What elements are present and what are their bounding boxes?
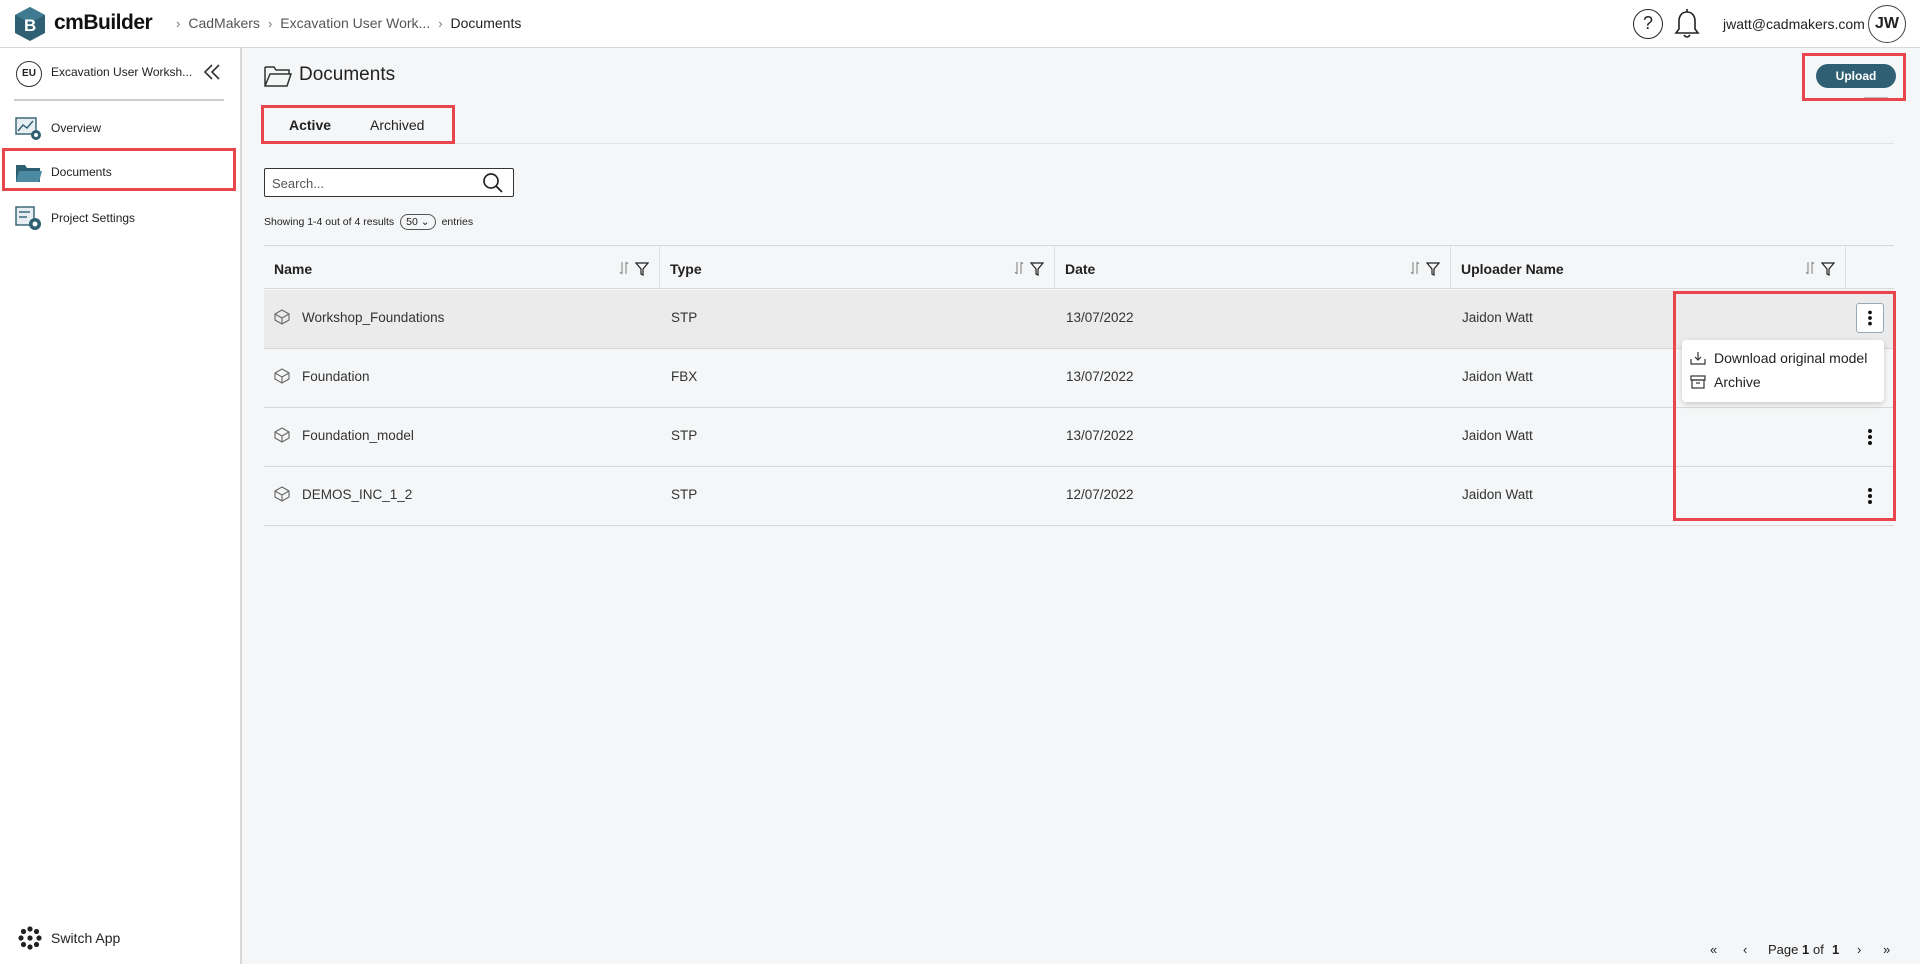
overview-icon: [15, 117, 41, 140]
collapse-sidebar-icon[interactable]: [202, 62, 222, 82]
column-label: Name: [274, 261, 313, 277]
model-icon: [274, 368, 290, 384]
project-badge: EU: [16, 61, 42, 87]
search-input[interactable]: [272, 174, 472, 192]
breadcrumb: › CadMakers › Excavation User Work... › …: [168, 15, 521, 31]
model-icon: [274, 427, 290, 443]
model-icon: [274, 309, 290, 325]
cell-name[interactable]: DEMOS_INC_1_2: [302, 487, 412, 502]
results-summary: Showing 1-4 out of 4 results 50 ⌄ entrie…: [264, 214, 473, 230]
page-label: Page: [1768, 942, 1799, 957]
table-row[interactable]: Workshop_Foundations STP 13/07/2022 Jaid…: [264, 290, 1894, 349]
next-page-icon[interactable]: ›: [1857, 942, 1861, 957]
column-label: Uploader Name: [1461, 261, 1564, 277]
highlight-box-row-actions: [1673, 291, 1896, 521]
top-bar: B cmBuilder › CadMakers › Excavation Use…: [0, 0, 1920, 48]
column-header-date: Date: [1055, 246, 1451, 289]
breadcrumb-item-project[interactable]: Excavation User Work...: [280, 15, 430, 31]
sidebar-divider: [14, 99, 224, 101]
switch-app-button[interactable]: Switch App: [18, 924, 218, 952]
model-icon: [274, 486, 290, 502]
cell-type: STP: [671, 428, 698, 443]
help-icon[interactable]: ?: [1633, 9, 1663, 39]
table-row[interactable]: Foundation FBX 13/07/2022 Jaidon Watt: [264, 349, 1894, 408]
sort-icon[interactable]: [1805, 261, 1815, 275]
entries-value: 50: [406, 216, 418, 228]
cell-uploader: Jaidon Watt: [1462, 369, 1533, 384]
sidebar-item-label: Project Settings: [51, 211, 136, 225]
page-of-label: of: [1813, 942, 1824, 957]
highlight-box-tabs: [261, 105, 455, 144]
cell-name[interactable]: Foundation: [302, 369, 370, 384]
cell-date: 12/07/2022: [1066, 487, 1134, 502]
breadcrumb-item-documents: Documents: [450, 15, 522, 31]
chevron-right-icon: ›: [176, 15, 181, 31]
entries-select[interactable]: 50 ⌄: [400, 214, 436, 230]
bell-icon[interactable]: [1672, 8, 1702, 40]
filter-icon[interactable]: [1821, 262, 1835, 276]
table-row[interactable]: Foundation_model STP 13/07/2022 Jaidon W…: [264, 408, 1894, 467]
cell-date: 13/07/2022: [1066, 310, 1134, 325]
cell-uploader: Jaidon Watt: [1462, 487, 1533, 502]
switch-app-label: Switch App: [51, 930, 121, 946]
chevron-right-icon: ›: [267, 15, 273, 31]
app-grid-icon: [18, 926, 42, 950]
chevron-down-icon: ⌄: [420, 216, 430, 228]
previous-page-icon[interactable]: ‹: [1743, 942, 1747, 957]
column-header-type: Type: [660, 246, 1055, 289]
filter-icon[interactable]: [635, 262, 649, 276]
highlight-box-documents: [2, 148, 236, 191]
first-page-icon[interactable]: «: [1710, 942, 1717, 957]
cell-type: STP: [671, 310, 698, 325]
cell-type: STP: [671, 487, 698, 502]
cell-type: FBX: [671, 369, 698, 384]
chevron-right-icon: ›: [438, 15, 443, 31]
user-email[interactable]: jwatt@cadmakers.com: [1723, 16, 1865, 32]
column-header-uploader: Uploader Name: [1451, 246, 1846, 289]
column-label: Type: [670, 261, 702, 277]
last-page-icon[interactable]: »: [1883, 942, 1890, 957]
sort-icon[interactable]: [1410, 261, 1420, 275]
sidebar-item-project-settings[interactable]: Project Settings: [0, 198, 242, 238]
cell-name[interactable]: Foundation_model: [302, 428, 414, 443]
cell-name[interactable]: Workshop_Foundations: [302, 310, 444, 325]
cmbuilder-logo-icon[interactable]: B: [14, 6, 46, 42]
page-title: Documents: [299, 64, 396, 85]
search-icon[interactable]: [481, 172, 505, 194]
project-name[interactable]: Excavation User Worksh...: [51, 65, 192, 79]
sidebar-item-label: Overview: [51, 121, 102, 135]
sort-icon[interactable]: [619, 261, 629, 275]
results-count-text: Showing 1-4 out of 4 results: [264, 216, 395, 228]
cell-date: 13/07/2022: [1066, 369, 1134, 384]
svg-text:B: B: [24, 16, 36, 35]
column-label: Date: [1065, 261, 1096, 277]
folder-open-icon: [264, 66, 293, 87]
cell-uploader: Jaidon Watt: [1462, 428, 1533, 443]
filter-icon[interactable]: [1030, 262, 1044, 276]
settings-icon: [15, 206, 41, 230]
filter-icon[interactable]: [1426, 262, 1440, 276]
tabs-divider: [264, 143, 1894, 144]
breadcrumb-item-cadmakers[interactable]: CadMakers: [188, 15, 260, 31]
app-name[interactable]: cmBuilder: [54, 11, 153, 35]
table-header: Name Type Date Uploader Name: [264, 245, 1894, 289]
sidebar-item-overview[interactable]: Overview: [0, 108, 242, 148]
total-pages: 1: [1832, 942, 1840, 957]
cell-date: 13/07/2022: [1066, 428, 1134, 443]
cell-uploader: Jaidon Watt: [1462, 310, 1533, 325]
avatar[interactable]: JW: [1868, 5, 1906, 43]
table-row[interactable]: DEMOS_INC_1_2 STP 12/07/2022 Jaidon Watt: [264, 467, 1894, 526]
search-box: [264, 168, 514, 197]
current-page: 1: [1802, 942, 1810, 957]
highlight-box-upload: [1802, 53, 1906, 101]
entries-label: entries: [441, 216, 474, 228]
sort-icon[interactable]: [1014, 261, 1024, 275]
column-header-name: Name: [264, 246, 660, 289]
